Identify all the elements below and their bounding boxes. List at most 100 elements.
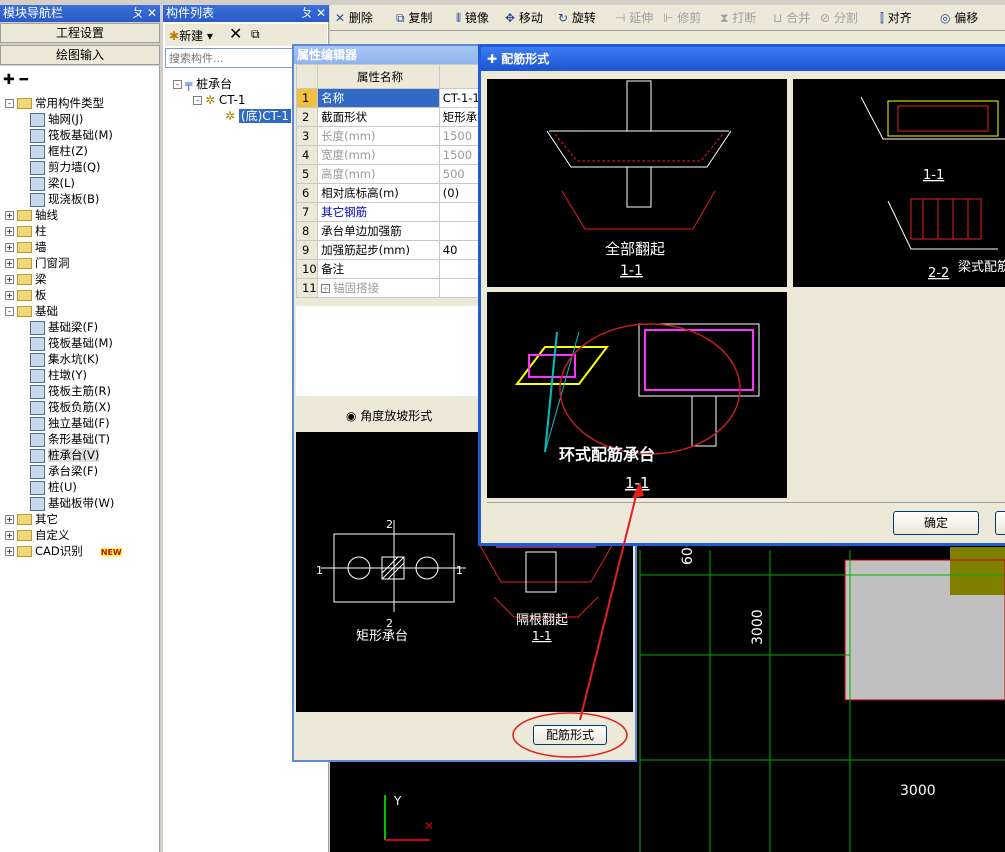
toolbar-button[interactable]: ⫴ 镜像 [456,7,489,29]
tree-item[interactable]: 筏板基础(M) [30,127,113,143]
tree-folder[interactable]: + 墙 [5,239,47,255]
collapse-icon[interactable]: - [5,307,14,316]
property-row[interactable]: 5 高度(mm) 500 [295,164,482,184]
property-value[interactable]: CT-1-1 [438,88,482,108]
toolbar-button[interactable]: ◎ 偏移 [940,7,978,29]
tree-folder[interactable]: + 板 [5,287,47,303]
tree-folder[interactable]: - 常用构件类型 [5,95,104,111]
rebar-option-ring[interactable]: 环式配筋承台 1-1 [487,292,787,498]
property-value[interactable]: 矩形承 [438,107,482,127]
close-icon[interactable]: ✕ [147,5,157,22]
tree-item[interactable]: 基础梁(F) [30,319,98,335]
toolbar-button[interactable]: ⊘ 分割 [820,7,858,29]
expand-icon[interactable]: + [5,275,14,284]
property-row[interactable]: 8 承台单边加强筋 [295,221,482,241]
expand-icon[interactable]: + [5,291,14,300]
property-value[interactable] [438,202,482,222]
tool-icon: ⧗ [720,11,733,25]
project-settings-button[interactable]: 工程设置 [0,23,160,43]
tree-item[interactable]: 现浇板(B) [30,191,99,207]
component-list-label: 构件列表 [166,6,215,20]
tree-folder[interactable]: + 门窗洞 [5,255,70,271]
property-value[interactable] [438,259,482,279]
tree-item[interactable]: 独立基础(F) [30,415,110,431]
tree-folder[interactable]: + 自定义 [5,527,70,543]
rebar-option-all-up[interactable]: 全部翻起 1-1 [487,79,787,287]
expand-all-icon[interactable]: ✚ ━ [3,72,28,88]
toolbar-button[interactable]: ⧗ 打断 [720,7,756,29]
tree-item[interactable]: 桩(U) [30,479,77,495]
toolbar-button[interactable]: ↻ 旋转 [558,7,596,29]
expand-icon[interactable]: + [5,547,14,556]
property-row[interactable]: 6 相对底标高(m) (0) [295,183,482,203]
tree-item[interactable]: 梁(L) [30,175,75,191]
cancel-button[interactable] [995,511,1005,535]
expand-icon[interactable]: + [5,227,14,236]
property-value[interactable]: 40 [438,240,482,260]
tree-folder[interactable]: - 基础 [5,303,58,319]
toolbar-button[interactable]: ⊣ 延伸 [615,7,653,29]
tree-item[interactable]: 桩承台(V) [30,447,100,463]
property-row[interactable]: 1 名称 CT-1-1 [295,88,482,108]
tree-item[interactable]: 筏板主筋(R) [30,383,111,399]
close-icon[interactable]: ✕ [316,5,326,22]
property-row[interactable]: 2 截面形状 矩形承 [295,107,482,127]
copy-icon[interactable]: ⧉ [251,27,260,42]
property-row[interactable]: 9 加强筋起步(mm) 40 [295,240,482,260]
drawing-input-button[interactable]: 绘图输入 [0,45,160,65]
tree-folder[interactable]: + 梁 [5,271,47,287]
property-row[interactable]: 7 其它钢筋 [295,202,482,222]
toolbar-label: 删除 [348,11,373,25]
property-value[interactable] [438,221,482,241]
tree-item[interactable]: 柱墩(Y) [30,367,87,383]
tree-item[interactable]: 集水坑(K) [30,351,99,367]
expand-icon[interactable]: + [5,259,14,268]
toolbar-button[interactable]: ⧉ 复制 [396,7,432,29]
property-value[interactable]: 1500 [438,126,482,146]
tree-folder[interactable]: + 其它 [5,511,58,527]
tree-item[interactable]: 条形基础(T) [30,431,110,447]
property-value[interactable]: 500 [438,164,482,184]
toolbar-button[interactable]: ⫿ 对齐 [880,7,912,29]
expand-icon[interactable]: + [5,243,14,252]
ok-button[interactable]: 确定 [893,511,979,535]
toolbar-button[interactable]: ⊔ 合并 [773,7,810,29]
tree-item[interactable]: 框柱(Z) [30,143,88,159]
rebar-option-beam[interactable]: 1-1 2-2 梁式配筋 [793,79,1005,287]
property-value[interactable] [438,278,482,298]
tree-item[interactable]: 承台梁(F) [30,463,98,479]
tree-root-pile-cap[interactable]: - ╤ 桩承台 [173,76,232,92]
tree-item-ct1[interactable]: - ✲ CT-1 [193,92,245,108]
property-row[interactable]: 11 + 锚固搭接 [295,278,482,298]
property-value[interactable]: 1500 [438,145,482,165]
expand-icon[interactable]: + [321,284,331,293]
tree-item[interactable]: 剪力墙(Q) [30,159,101,175]
toolbar-button[interactable]: ✥ 移动 [505,7,543,29]
property-row[interactable]: 3 长度(mm) 1500 [295,126,482,146]
expand-icon[interactable]: + [5,515,14,524]
toolbar-label: 复制 [408,11,433,25]
property-value[interactable]: (0) [438,183,482,203]
new-button[interactable]: ✱新建 ▾ [169,27,213,44]
tree-folder[interactable]: + 柱 [5,223,47,239]
tree-folder[interactable]: + CAD识别 NEW [5,543,122,559]
pin-icon[interactable]: ㄆ [132,5,144,22]
property-row[interactable]: 4 宽度(mm) 1500 [295,145,482,165]
tree-leaf-ct1[interactable]: ✲ (底)CT-1 [225,108,291,124]
expand-icon[interactable]: + [5,531,14,540]
property-row[interactable]: 10 备注 [295,259,482,279]
tree-item[interactable]: 筏板基础(M) [30,335,113,351]
collapse-icon[interactable]: - [5,99,14,108]
tree-folder[interactable]: + 轴线 [5,207,58,223]
toolbar-label: 偏移 [954,11,979,25]
tree-item[interactable]: 筏板负筋(X) [30,399,111,415]
expand-icon[interactable]: + [5,211,14,220]
tree-item[interactable]: 轴网(J) [30,111,83,127]
toolbar-label: 旋转 [571,11,596,25]
tree-item[interactable]: 基础板带(W) [30,495,114,511]
delete-icon[interactable]: ✕ [229,24,242,43]
pin-icon[interactable]: ㄆ [301,5,313,22]
slope-radio[interactable]: ◉ 角度放坡形式 [346,407,432,424]
toolbar-button[interactable]: ✕ 删除 [335,7,373,29]
toolbar-button[interactable]: ⊩ 修剪 [663,7,701,29]
